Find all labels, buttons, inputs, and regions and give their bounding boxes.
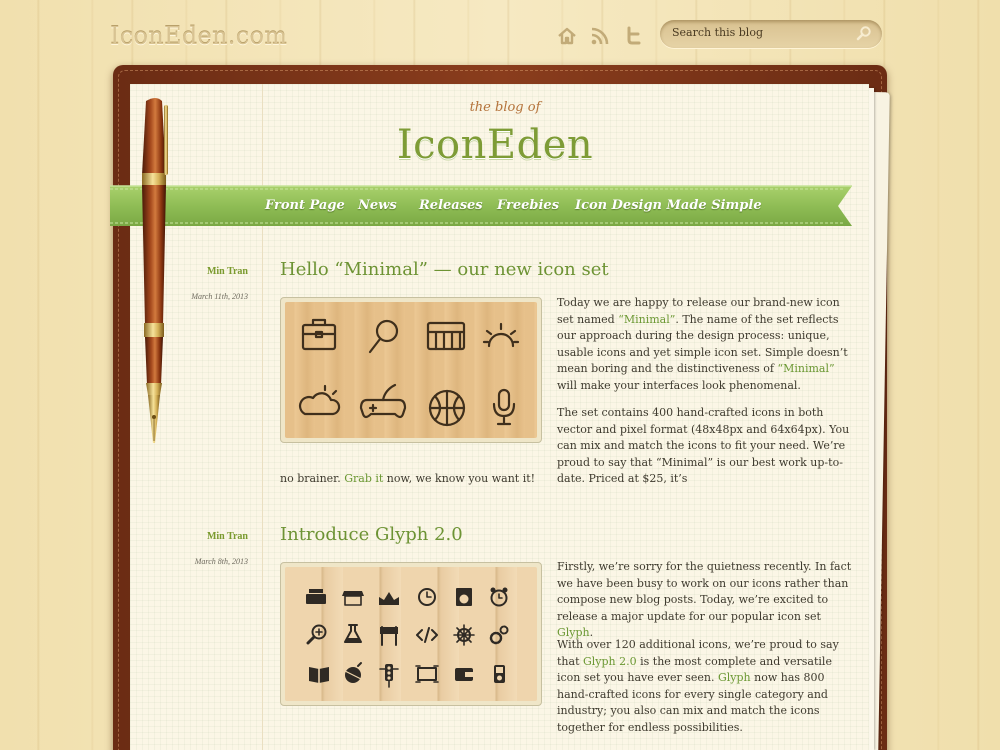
post-title[interactable]: Introduce Glyph 2.0 [280, 524, 463, 545]
ipod-icon [494, 665, 505, 683]
code-icon [416, 627, 438, 643]
nav-releases[interactable]: Releases [419, 198, 483, 213]
keyboard-icon [426, 321, 466, 351]
nav-front-page[interactable]: Front Page [265, 198, 345, 213]
post-paragraph: no brainer. Grab it now, we know you wan… [280, 472, 536, 485]
link-minimal[interactable]: “Minimal” [618, 313, 675, 326]
shop-icon [342, 591, 364, 606]
search-icon[interactable] [856, 25, 872, 41]
screen-icon [415, 665, 439, 683]
wallet-icon [455, 668, 474, 681]
glyph-2-link[interactable]: Glyph 2.0 [583, 655, 637, 668]
post-image-glyph[interactable] [280, 562, 542, 706]
flask-icon [344, 624, 362, 643]
glyph-link[interactable]: Glyph [718, 671, 751, 684]
alarm-clock-icon [490, 587, 508, 607]
blog-title[interactable]: IconEden [370, 122, 620, 168]
post-author[interactable]: Min Tran [128, 266, 248, 277]
cloudy-icon [298, 384, 341, 416]
crown-icon [379, 592, 399, 605]
ornament-icon [344, 662, 362, 683]
home-icon[interactable] [556, 25, 578, 47]
washer-icon [456, 588, 472, 606]
typewriter-icon [306, 589, 326, 604]
post-title[interactable]: Hello “Minimal” — our new icon set [280, 259, 609, 280]
sun-icon [482, 322, 520, 348]
post-paragraph: Firstly, we’re sorry for the quietness r… [557, 560, 852, 639]
post-date: March 11th, 2013 [191, 292, 248, 301]
nav-news[interactable]: News [358, 198, 397, 213]
post-author[interactable]: Min Tran [128, 531, 248, 542]
zoom-in-icon [306, 624, 327, 645]
microphone-icon [492, 388, 516, 426]
traffic-light-icon [379, 664, 399, 688]
helm-icon [453, 624, 475, 646]
post-image-minimal[interactable] [280, 297, 542, 443]
barrier-icon [380, 626, 398, 646]
site-logo[interactable]: IconEden.com [110, 22, 287, 50]
clock-icon [418, 588, 436, 606]
basketball-icon [428, 389, 466, 427]
nav-icon-design-made-simple[interactable]: Icon Design Made Simple [575, 198, 762, 213]
rss-icon[interactable] [589, 25, 611, 47]
nav-freebies[interactable]: Freebies [497, 198, 559, 213]
masthead-tagline: the blog of [469, 100, 541, 115]
twitter-icon[interactable] [622, 25, 644, 47]
gamepad-icon [359, 383, 407, 419]
magnifier-icon [368, 319, 399, 354]
post-paragraph: With over 120 additional icons, we’re pr… [557, 638, 839, 734]
book-icon [309, 667, 329, 684]
gears-icon [489, 625, 509, 645]
grab-it-link[interactable]: Grab it [344, 472, 383, 485]
search-box[interactable] [660, 20, 882, 48]
briefcase-icon [301, 318, 337, 351]
post-date: March 8th, 2013 [194, 557, 248, 566]
search-input[interactable] [672, 26, 847, 39]
post-paragraph: Today we are happy to release our brand-… [557, 296, 848, 392]
link-minimal[interactable]: “Minimal” [777, 362, 834, 375]
